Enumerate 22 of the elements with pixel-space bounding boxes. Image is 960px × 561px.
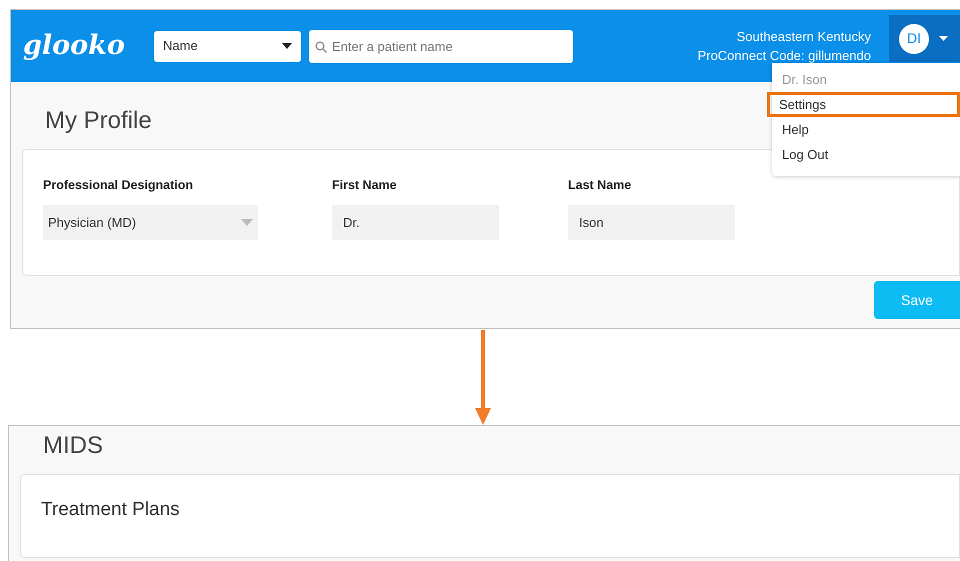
- organization-name: Southeastern Kentucky: [736, 28, 871, 46]
- field-label: Professional Designation: [43, 177, 194, 194]
- menu-item[interactable]: Settings: [767, 92, 960, 117]
- menu-item[interactable]: Log Out: [772, 142, 960, 167]
- caret-icon: [282, 43, 292, 49]
- search-field[interactable]: Enter a patient name: [309, 30, 573, 62]
- search-type-dropdown[interactable]: Name: [154, 30, 301, 62]
- field-label: First Name: [332, 177, 397, 194]
- page-title: MIDS: [43, 432, 103, 460]
- caret-icon: [241, 219, 253, 226]
- card-title: Treatment Plans: [41, 499, 180, 520]
- field-label: Last Name: [568, 177, 632, 194]
- designation-dropdown[interactable]: Physician (MD): [43, 205, 258, 240]
- text-field[interactable]: Ison: [568, 205, 735, 240]
- avatar: DI: [899, 24, 929, 54]
- menu-item[interactable]: Help: [772, 117, 960, 142]
- page-title: My Profile: [45, 106, 152, 136]
- caret-icon: [939, 36, 948, 41]
- search-icon: [315, 40, 327, 52]
- proconnect-code: ProConnect Code: gillumendo: [698, 47, 871, 65]
- menu-item: Dr. Ison: [781, 70, 828, 89]
- text-field[interactable]: Dr.: [332, 205, 499, 240]
